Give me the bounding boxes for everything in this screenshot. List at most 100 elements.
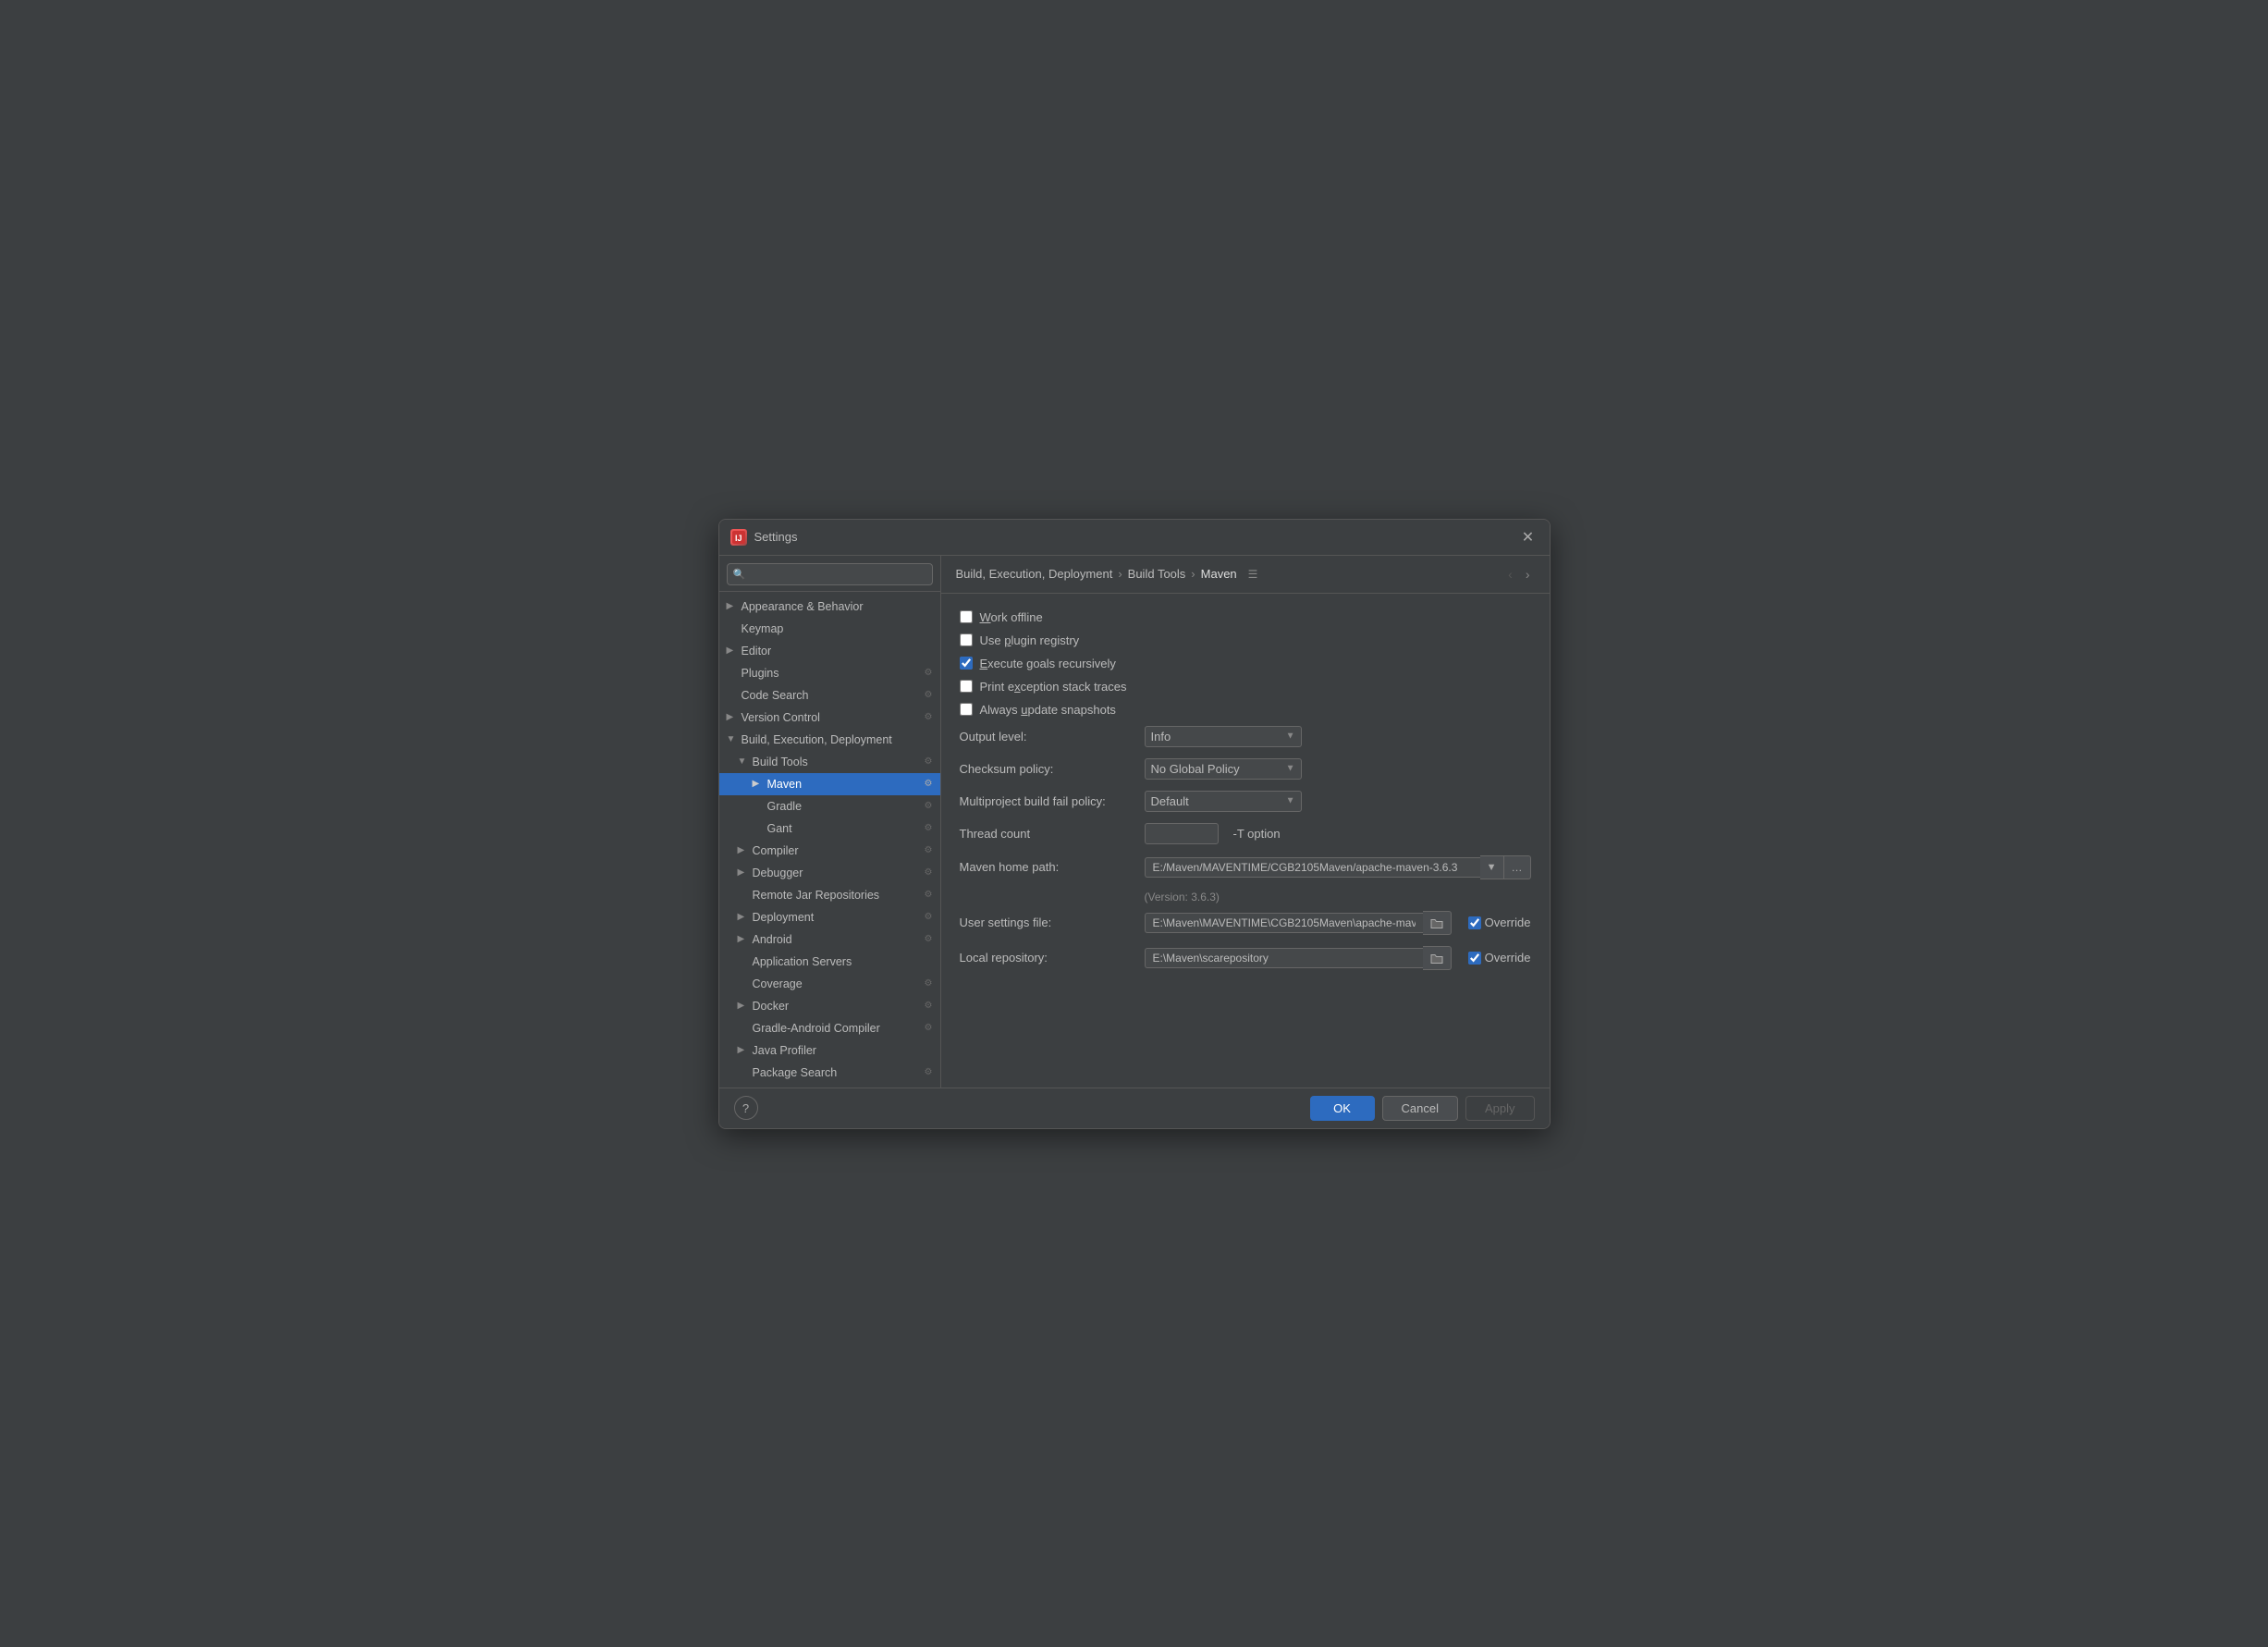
always-update-checkbox[interactable] [960,703,973,716]
breadcrumb-menu-icon[interactable]: ☰ [1248,568,1258,581]
sidebar-item-android[interactable]: ▶ Android ⚙ [719,928,940,951]
multiproject-policy-label: Multiproject build fail policy: [960,794,1135,808]
sidebar-item-buildtools[interactable]: ▼ Build Tools ⚙ [719,751,940,773]
print-exception-label[interactable]: Print exception stack traces [960,680,1127,694]
sidebar-item-debugger[interactable]: ▶ Debugger ⚙ [719,862,940,884]
work-offline-checkbox[interactable] [960,610,973,623]
output-level-select[interactable]: Quiet Info Debug [1145,726,1302,747]
sidebar-item-label: Application Servers [753,955,852,968]
app-icon: IJ [730,529,747,546]
execute-goals-row: Execute goals recursively [960,657,1531,670]
execute-goals-label[interactable]: Execute goals recursively [960,657,1116,670]
titlebar: IJ Settings ✕ [719,520,1550,556]
user-settings-wrap [1145,911,1452,935]
gear-icon: ⚙ [925,712,933,722]
breadcrumb-current: Maven [1201,567,1237,581]
sidebar-item-label: Build, Execution, Deployment [742,733,892,746]
multiproject-policy-select[interactable]: Default Never At End Immediately [1145,791,1302,812]
sidebar-item-javaprofiler[interactable]: ▶ Java Profiler [719,1039,940,1062]
user-settings-row: User settings file: Override [960,911,1531,935]
gear-icon: ⚙ [925,934,933,944]
sidebar-item-plugins[interactable]: Plugins ⚙ [719,662,940,684]
sidebar-item-buildexec[interactable]: ▼ Build, Execution, Deployment [719,729,940,751]
apply-button[interactable]: Apply [1465,1096,1535,1121]
use-plugin-registry-checkbox[interactable] [960,633,973,646]
sidebar-item-deployment[interactable]: ▶ Deployment ⚙ [719,906,940,928]
form-content: Work offline Use plugin registry Execute… [941,594,1550,1088]
user-settings-override-checkbox[interactable] [1468,916,1481,929]
local-repo-override-checkbox[interactable] [1468,952,1481,965]
user-settings-override-wrap: Override [1468,916,1531,929]
cancel-button[interactable]: Cancel [1382,1096,1458,1121]
gear-icon: ⚙ [925,1067,933,1077]
sidebar-item-appservers[interactable]: Application Servers [719,951,940,973]
print-exception-text: Print exception stack traces [980,680,1127,694]
output-level-label: Output level: [960,730,1135,744]
gear-icon: ⚙ [925,978,933,989]
always-update-label[interactable]: Always update snapshots [960,703,1116,717]
local-repo-input[interactable] [1145,948,1423,968]
always-update-row: Always update snapshots [960,703,1531,717]
sidebar-item-editor[interactable]: ▶ Editor [719,640,940,662]
user-settings-input[interactable] [1145,913,1423,933]
work-offline-text: Work offline [980,610,1043,624]
use-plugin-registry-label[interactable]: Use plugin registry [960,633,1080,647]
sidebar-item-coverage[interactable]: Coverage ⚙ [719,973,940,995]
sidebar-item-compiler[interactable]: ▶ Compiler ⚙ [719,840,940,862]
help-button[interactable]: ? [734,1096,758,1120]
sidebar-item-docker[interactable]: ▶ Docker ⚙ [719,995,940,1017]
maven-home-browse-button[interactable]: … [1504,855,1531,879]
gear-icon: ⚙ [925,801,933,811]
maven-home-wrap: ▼ … [1145,855,1531,879]
checksum-policy-row: Checksum policy: No Global Policy Warn F… [960,758,1531,780]
chevron-right-icon: ▶ [738,1045,749,1055]
sidebar-item-versioncontrol[interactable]: ▶ Version Control ⚙ [719,707,940,729]
sidebar-item-maven[interactable]: ▶ Maven ⚙ [719,773,940,795]
sidebar-item-remotejar[interactable]: Remote Jar Repositories ⚙ [719,884,940,906]
execute-goals-checkbox[interactable] [960,657,973,670]
always-update-text: Always update snapshots [980,703,1116,717]
gear-icon: ⚙ [925,845,933,855]
search-input[interactable] [727,563,933,585]
local-repo-browse-button[interactable] [1423,946,1452,970]
print-exception-checkbox[interactable] [960,680,973,693]
close-button[interactable]: ✕ [1518,527,1539,547]
nav-back-button[interactable]: ‹ [1503,565,1517,584]
sidebar-item-codesearch[interactable]: Code Search ⚙ [719,684,940,707]
user-settings-browse-button[interactable] [1423,911,1452,935]
chevron-right-icon: ▶ [738,867,749,878]
titlebar-left: IJ Settings [730,529,798,546]
maven-home-dropdown-button[interactable]: ▼ [1480,855,1504,879]
sidebar-item-packagesearch[interactable]: Package Search ⚙ [719,1062,940,1084]
nav-forward-button[interactable]: › [1521,565,1535,584]
sidebar: 🔍 ▶ Appearance & Behavior Keymap ▶ [719,556,941,1088]
gear-icon: ⚙ [925,890,933,900]
sidebar-item-gradleandroid[interactable]: Gradle-Android Compiler ⚙ [719,1017,940,1039]
print-exception-row: Print exception stack traces [960,680,1531,694]
local-repo-label: Local repository: [960,951,1135,965]
sidebar-item-gradle[interactable]: Gradle ⚙ [719,795,940,817]
ok-button[interactable]: OK [1310,1096,1375,1121]
multiproject-policy-select-wrap: Default Never At End Immediately ▼ [1145,791,1302,812]
local-repo-row: Local repository: Override [960,946,1531,970]
sidebar-item-keymap[interactable]: Keymap [719,618,940,640]
thread-count-input[interactable] [1145,823,1219,844]
chevron-right-icon: ▶ [738,912,749,922]
footer: ? OK Cancel Apply [719,1088,1550,1128]
sidebar-item-appearance[interactable]: ▶ Appearance & Behavior [719,596,940,618]
local-repo-override-wrap: Override [1468,951,1531,965]
maven-home-label: Maven home path: [960,860,1135,874]
maven-version-text: (Version: 3.6.3) [960,891,1531,903]
sidebar-item-gant[interactable]: Gant ⚙ [719,817,940,840]
user-settings-label: User settings file: [960,916,1135,929]
maven-home-input[interactable] [1145,857,1480,878]
gear-icon: ⚙ [925,1001,933,1011]
checksum-policy-select-wrap: No Global Policy Warn Fail Ignore ▼ [1145,758,1302,780]
checksum-policy-select[interactable]: No Global Policy Warn Fail Ignore [1145,758,1302,780]
sidebar-item-label: Deployment [753,911,815,924]
sidebar-item-label: Remote Jar Repositories [753,889,880,902]
checksum-policy-label: Checksum policy: [960,762,1135,776]
chevron-right-icon: ▶ [753,779,764,789]
work-offline-label[interactable]: Work offline [960,610,1043,624]
override-label-2: Override [1485,951,1531,965]
